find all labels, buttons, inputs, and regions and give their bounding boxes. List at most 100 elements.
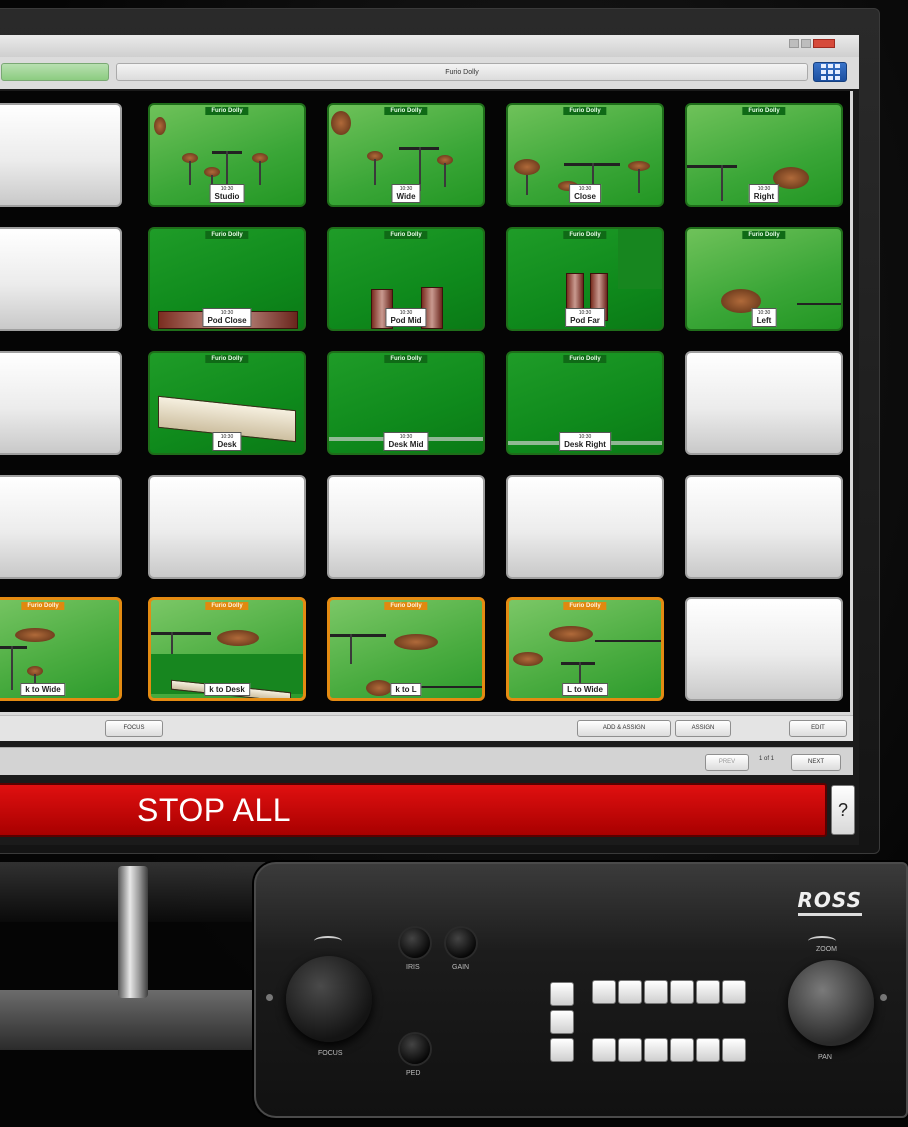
preset-pod-mid[interactable]: Furio Dolly 10:30 Pod Mid [327,227,485,331]
preset-empty[interactable] [685,475,843,579]
key-top-1[interactable] [592,980,616,1004]
monitor-base [0,990,276,1050]
page-indicator: 1 of 1 [759,756,775,762]
preset-empty[interactable] [327,475,485,579]
iris-knob[interactable] [400,928,430,958]
stop-all-button[interactable]: STOP ALL [0,783,827,837]
camera-label: Furio Dolly [384,107,428,115]
product-photo: Furio Dolly Furio Dolly 10:30 Studio Furi… [0,0,908,1127]
key-bottom-5[interactable] [696,1038,720,1062]
prev-button[interactable]: PREV [705,754,749,771]
preset-caption: 10:30 Pod Far [565,308,605,327]
camera-label: Furio Dolly [563,231,607,239]
sequence-to-wide[interactable]: Furio Dolly k to Wide [0,597,122,701]
next-button[interactable]: NEXT [791,754,841,771]
camera-label: Furio Dolly [742,107,786,115]
pager-bar: PREV 1 of 1 NEXT [0,747,853,775]
preset-caption: 10:30 Close [569,184,601,203]
camera-label: Furio Dolly [205,602,249,610]
preset-close[interactable]: Furio Dolly 10:30 Close [506,103,664,207]
camera-label: Furio Dolly [563,355,607,363]
sequence-l-to-wide[interactable]: Furio Dolly L to Wide [506,597,664,701]
preset-empty[interactable] [685,597,843,701]
key-top-2[interactable] [618,980,642,1004]
preset-empty[interactable] [0,103,122,207]
key-bottom-3[interactable] [644,1038,668,1062]
preset-caption: k to Wide [20,683,66,696]
gain-knob[interactable] [446,928,476,958]
window-controls [789,39,835,48]
preset-empty[interactable] [0,475,122,579]
preset-empty[interactable] [0,351,122,455]
key-1[interactable] [550,982,574,1006]
preset-caption: 10:30 Studio [209,184,245,203]
edit-button[interactable]: EDIT [789,720,847,737]
key-bottom-6[interactable] [722,1038,746,1062]
preset-empty[interactable] [506,475,664,579]
grid-view-icon[interactable] [813,62,847,82]
pan-tilt-joystick[interactable] [788,960,874,1046]
key-top-4[interactable] [670,980,694,1004]
preset-caption: 10:30 Desk Mid [383,432,429,451]
preset-empty[interactable] [685,351,843,455]
preset-caption: 10:30 Pod Close [202,308,252,327]
key-bottom-2[interactable] [618,1038,642,1062]
preset-empty[interactable] [148,475,306,579]
pan-label: PAN [818,1054,832,1061]
close-icon[interactable] [813,39,835,48]
camera-label: Furio Dolly [205,107,249,115]
camera-selector[interactable] [1,63,109,81]
preset-desk-right[interactable]: Furio Dolly 10:30 Desk Right [506,351,664,455]
add-assign-button[interactable]: ADD & ASSIGN [577,720,671,737]
minimize-icon[interactable] [789,39,799,48]
help-button[interactable]: ? [831,785,855,835]
preset-caption: 10:30 Wide [391,184,421,203]
camera-label: Furio Dolly [563,602,607,610]
window-titlebar [0,35,859,57]
assign-button[interactable]: ASSIGN [675,720,731,737]
preset-desk[interactable]: Furio Dolly 10:30 Desk [148,351,306,455]
sequence-to-l[interactable]: Furio Dolly k to L [327,597,485,701]
zoom-arc-icon [314,936,342,946]
preset-wide[interactable]: Furio Dolly 10:30 Wide [327,103,485,207]
preset-caption: 10:30 Desk Right [559,432,611,451]
camera-label: Furio Dolly [384,602,428,610]
toolbar: Furio Dolly [0,57,859,89]
preset-left[interactable]: Furio Dolly 10:30 Left [685,227,843,331]
camera-label: Furio Dolly [21,602,65,610]
preset-caption: 10:30 Right [748,184,780,203]
camera-label: Furio Dolly [384,355,428,363]
key-bottom-4[interactable] [670,1038,694,1062]
key-top-5[interactable] [696,980,720,1004]
ross-controller: ROSS FOCUS IRIS GAIN PED ZOOM PAN [254,862,908,1118]
preset-caption: k to L [390,683,422,696]
camera-label: Furio Dolly [384,231,428,239]
preset-pod-far[interactable]: Furio Dolly 10:30 Pod Far [506,227,664,331]
preset-studio[interactable]: Furio Dolly 10:30 Studio [148,103,306,207]
zoom-arc-icon [808,936,836,946]
preset-pod-close[interactable]: Furio Dolly 10:30 Pod Close [148,227,306,331]
camera-label: Furio Dolly [563,107,607,115]
preset-grid: Furio Dolly 10:30 Studio Furio Dolly 10:3… [0,91,853,715]
key-2[interactable] [550,1010,574,1034]
key-top-6[interactable] [722,980,746,1004]
focus-button[interactable]: FOCUS [105,720,163,737]
preset-caption: L to Wide [562,683,608,696]
focus-joystick[interactable] [286,956,372,1042]
preset-right[interactable]: Furio Dolly 10:30 Right [685,103,843,207]
preset-desk-mid[interactable]: Furio Dolly 10:30 Desk Mid [327,351,485,455]
sequence-to-desk[interactable]: Furio Dolly k to Desk [148,597,306,701]
preset-name-field[interactable]: Furio Dolly [116,63,808,81]
focus-label: FOCUS [318,1050,343,1057]
camera-label: Furio Dolly [742,231,786,239]
key-3[interactable] [550,1038,574,1062]
key-bottom-1[interactable] [592,1038,616,1062]
ross-logo: ROSS [797,888,862,916]
zoom-label: ZOOM [816,946,837,953]
monitor-stand [118,866,148,998]
key-top-3[interactable] [644,980,668,1004]
maximize-icon[interactable] [801,39,811,48]
preset-empty[interactable] [0,227,122,331]
preset-caption: k to Desk [204,683,250,696]
ped-knob[interactable] [400,1034,430,1064]
